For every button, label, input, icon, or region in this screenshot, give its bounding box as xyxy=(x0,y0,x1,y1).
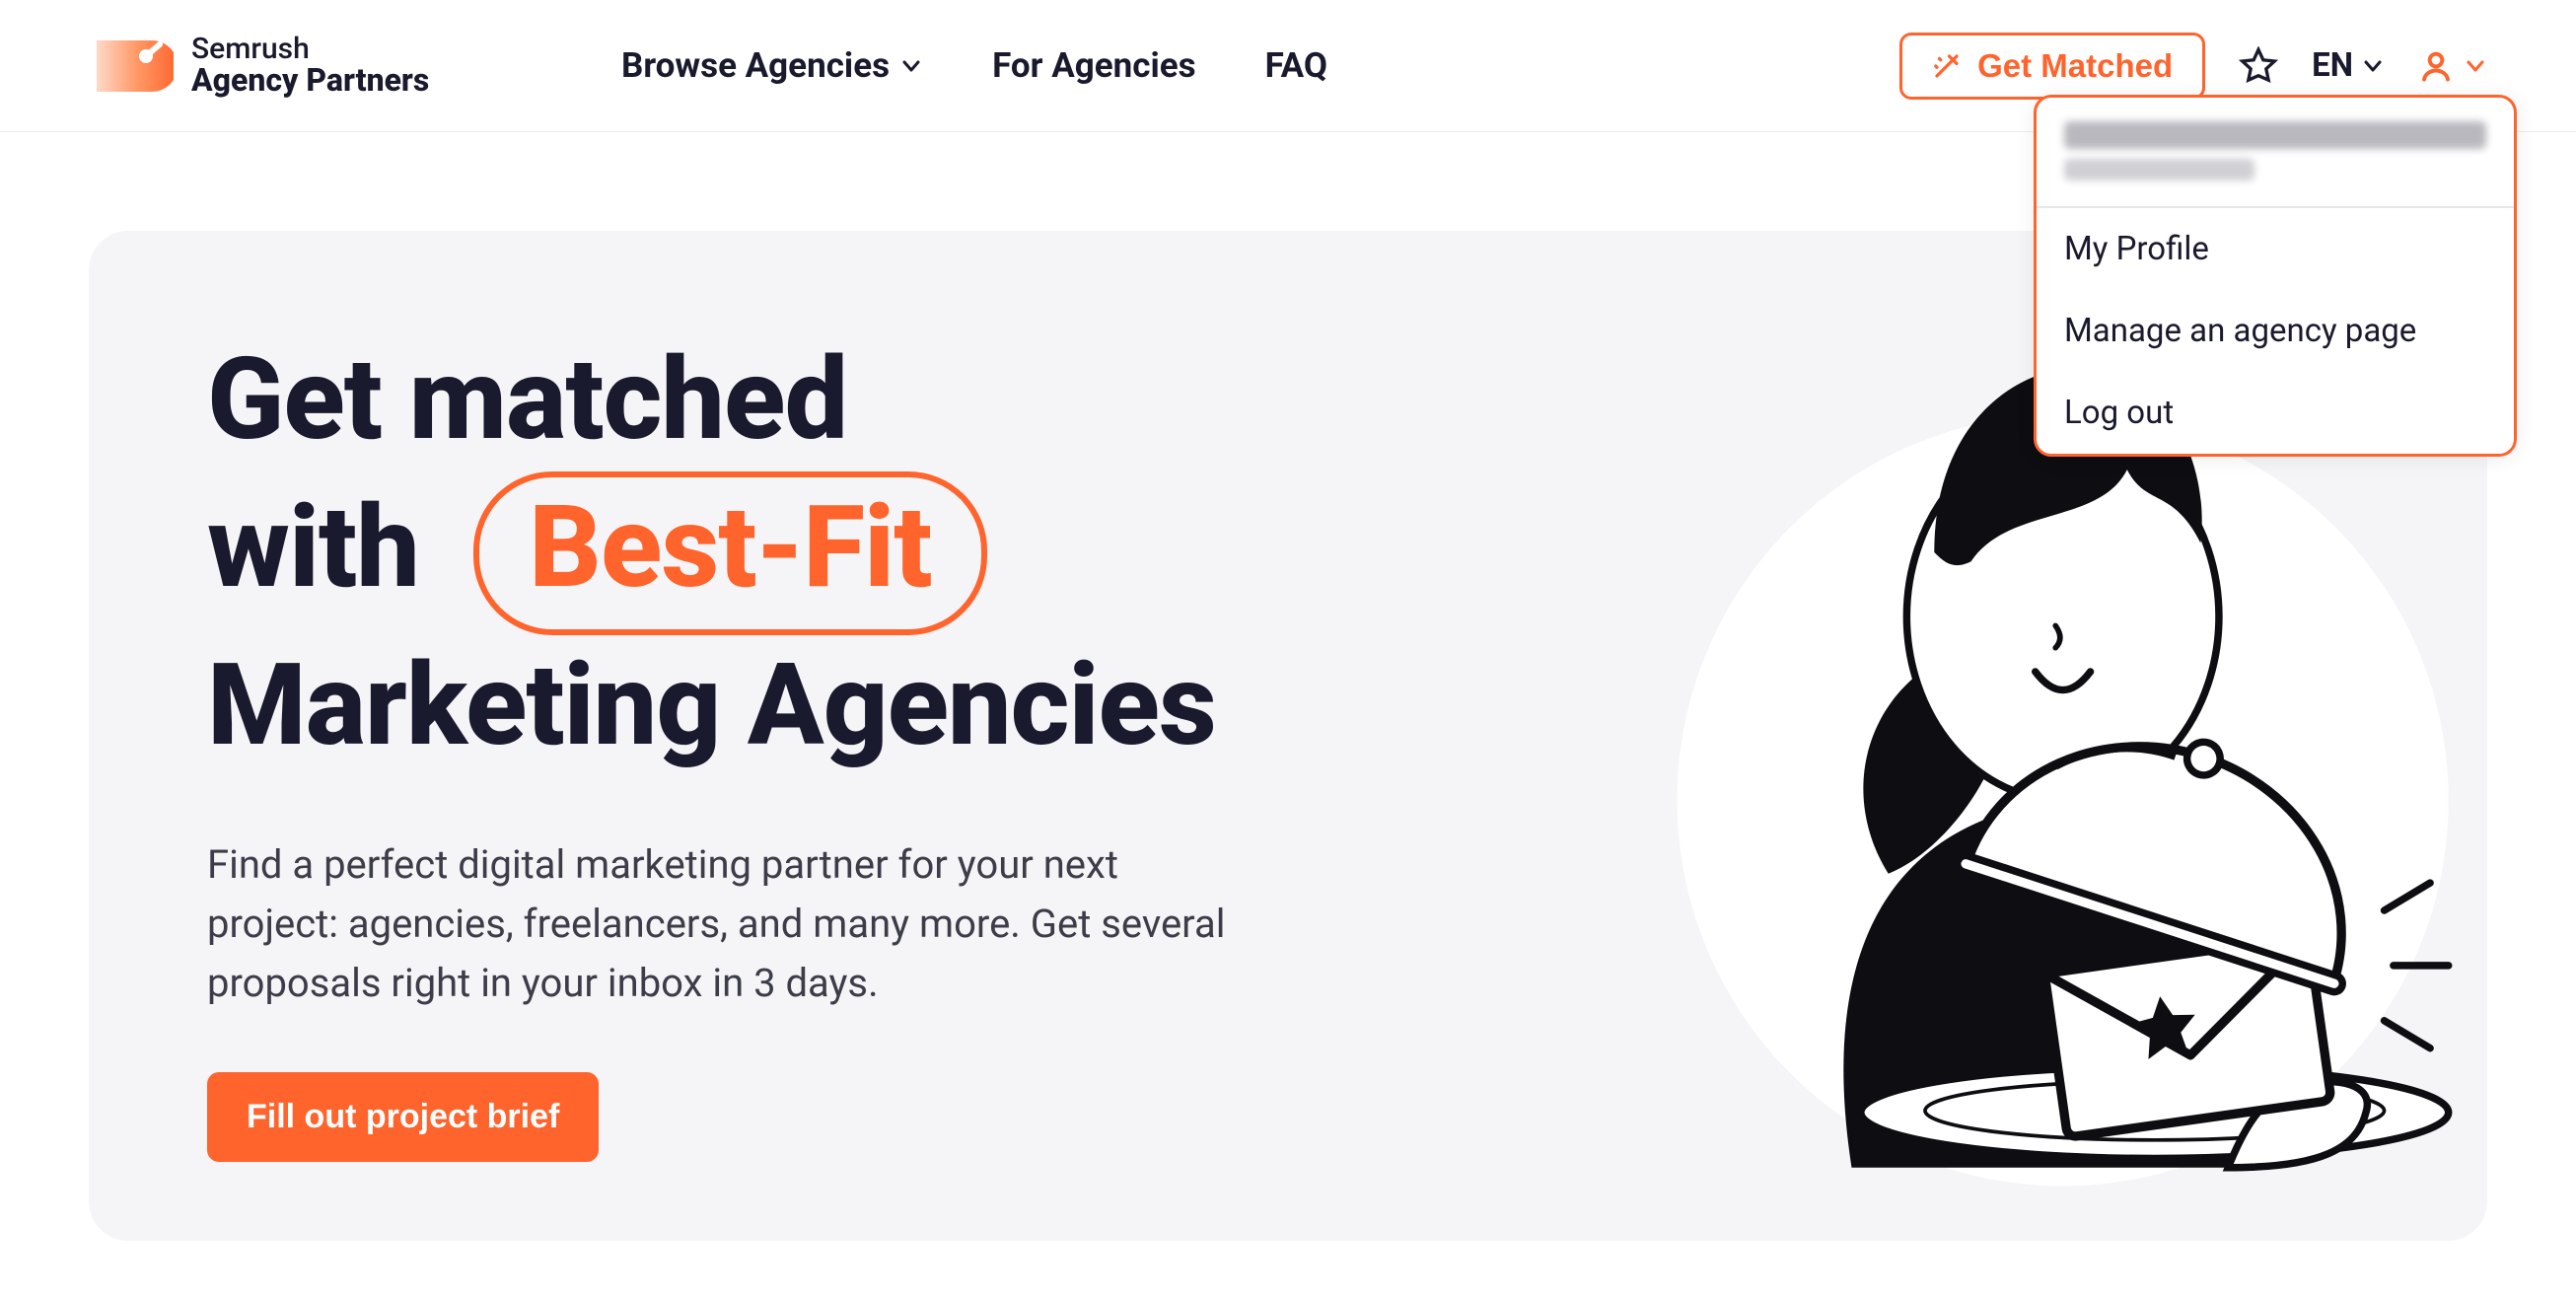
logo-text: Semrush Agency Partners xyxy=(191,34,429,98)
language-label: EN xyxy=(2312,46,2353,85)
dropdown-logout[interactable]: Log out xyxy=(2037,372,2514,454)
get-matched-label: Get Matched xyxy=(1977,47,2173,85)
semrush-logo-icon xyxy=(89,31,174,102)
favorites-star-icon[interactable] xyxy=(2239,46,2278,86)
hero-title-line3: Marketing Agencies xyxy=(207,639,1216,772)
fill-out-brief-button[interactable]: Fill out project brief xyxy=(207,1072,599,1162)
get-matched-button[interactable]: Get Matched xyxy=(1899,33,2205,100)
dropdown-manage-agency[interactable]: Manage an agency page xyxy=(2037,290,2514,372)
nav-browse-label: Browse Agencies xyxy=(621,45,890,86)
nav-browse-agencies[interactable]: Browse Agencies xyxy=(621,45,923,86)
nav-faq[interactable]: FAQ xyxy=(1265,45,1327,86)
chevron-down-icon xyxy=(899,54,923,78)
magic-wand-icon xyxy=(1932,51,1962,81)
language-selector[interactable]: EN xyxy=(2312,46,2385,85)
nav-faq-label: FAQ xyxy=(1265,45,1327,86)
chevron-down-icon xyxy=(2464,54,2487,78)
hero-subtitle: Find a perfect digital marketing partner… xyxy=(207,835,1243,1013)
chevron-down-icon xyxy=(2361,54,2385,78)
hero-title-line2-prefix: with xyxy=(207,481,419,614)
redacted-email xyxy=(2064,121,2486,149)
hero-title-line1: Get matched xyxy=(207,333,847,467)
hero-content: Get matched with Best-Fit Marketing Agen… xyxy=(207,329,1461,1162)
redacted-id xyxy=(2064,159,2254,181)
user-menu-trigger[interactable] xyxy=(2418,48,2487,84)
dropdown-my-profile[interactable]: My Profile xyxy=(2037,208,2514,290)
header: Semrush Agency Partners Browse Agencies … xyxy=(0,0,2576,132)
user-dropdown-header xyxy=(2037,98,2514,208)
logo-link[interactable]: Semrush Agency Partners xyxy=(89,31,621,102)
nav-for-agencies[interactable]: For Agencies xyxy=(992,45,1196,86)
user-dropdown: My Profile Manage an agency page Log out xyxy=(2034,95,2517,457)
user-icon xyxy=(2418,48,2454,84)
header-right: Get Matched EN xyxy=(1899,33,2487,100)
logo-line2: Agency Partners xyxy=(191,64,429,98)
logo-line1: Semrush xyxy=(191,34,429,65)
primary-nav: Browse Agencies For Agencies FAQ xyxy=(621,45,1327,86)
nav-for-agencies-label: For Agencies xyxy=(992,45,1196,86)
hero-title: Get matched with Best-Fit Marketing Agen… xyxy=(207,329,1461,776)
hero-title-highlight: Best-Fit xyxy=(473,471,986,635)
